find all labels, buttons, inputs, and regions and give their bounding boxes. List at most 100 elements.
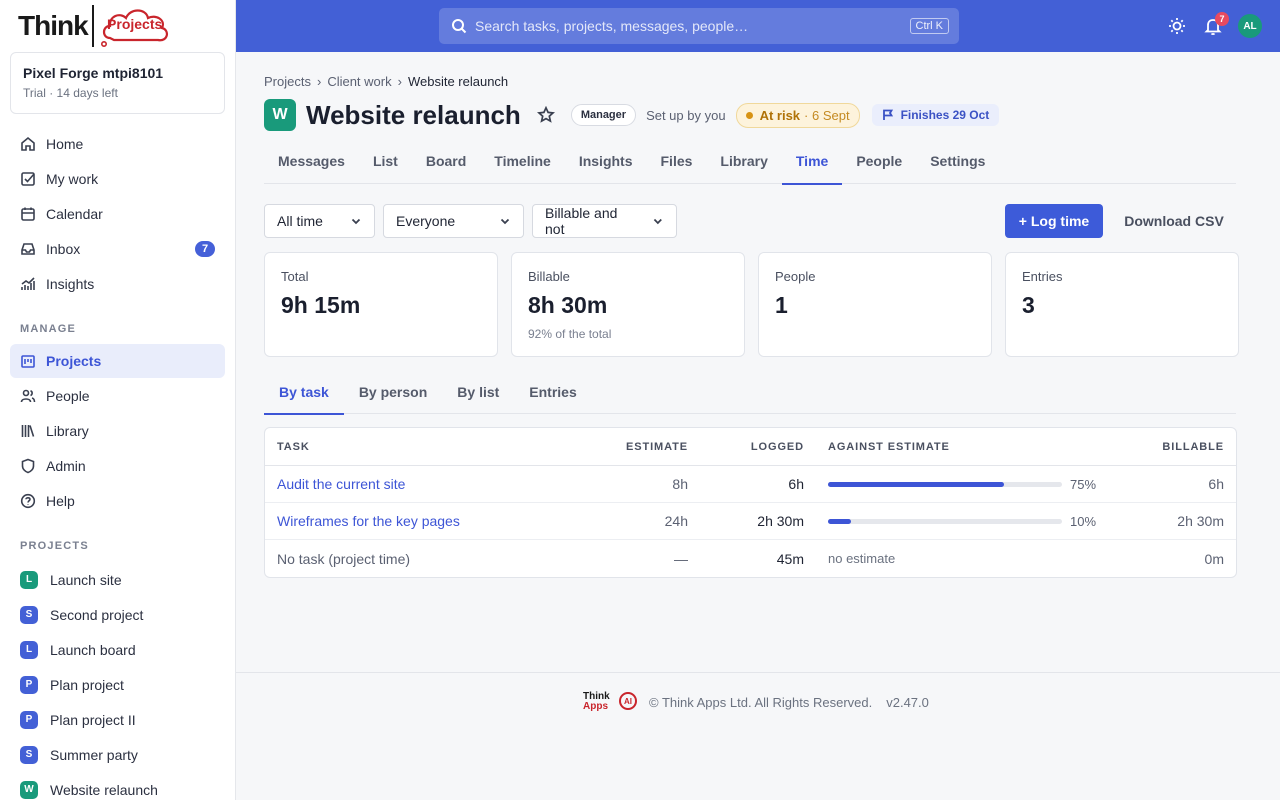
time-view-tabs: By task By person By list Entries	[264, 374, 1236, 415]
nav-item-calendar[interactable]: Calendar	[10, 197, 225, 231]
status-dot-icon	[745, 111, 753, 119]
nav-item-library[interactable]: Library	[10, 414, 225, 448]
calendar-icon	[20, 206, 36, 222]
tab-messages[interactable]: Messages	[264, 144, 359, 184]
sidebar-project-website-relaunch[interactable]: W Website relaunch	[10, 772, 225, 800]
stat-label: People	[775, 269, 816, 284]
tab-timeline[interactable]: Timeline	[480, 144, 565, 184]
chevron-down-icon	[351, 218, 361, 225]
progress-fill	[828, 481, 1004, 487]
inbox-icon	[20, 241, 36, 257]
tab-board[interactable]: Board	[412, 144, 480, 184]
main-nav: Home My work Calendar Inbox 7 Insights	[10, 127, 225, 302]
sidebar-project-launch-site[interactable]: L Launch site	[10, 562, 225, 597]
breadcrumb-projects[interactable]: Projects	[264, 74, 311, 89]
nav-item-home[interactable]: Home	[10, 127, 225, 161]
tab-files[interactable]: Files	[647, 144, 707, 184]
sidebar-project-summer-party[interactable]: S Summer party	[10, 737, 225, 772]
nav-label: Inbox	[46, 241, 81, 257]
chevron-down-icon	[500, 218, 510, 225]
tab-insights[interactable]: Insights	[565, 144, 647, 184]
task-link[interactable]: Audit the current site	[277, 476, 405, 492]
nav-item-inbox[interactable]: Inbox 7	[10, 232, 225, 266]
progress-track	[828, 518, 1062, 524]
status-badge-at-risk[interactable]: At risk · 6 Sept	[735, 102, 860, 128]
nav-item-admin[interactable]: Admin	[10, 449, 225, 483]
select-value: Everyone	[396, 213, 456, 229]
status-label: At risk	[759, 107, 801, 123]
subtab-entries[interactable]: Entries	[514, 374, 591, 414]
sidebar-project-plan-project-ii[interactable]: P Plan project II	[10, 702, 225, 737]
cell-logged: 2h 30m	[757, 513, 804, 529]
stat-subtext: 92% of the total	[528, 327, 612, 341]
logo-product-text: Projects	[107, 16, 163, 32]
project-label: Launch site	[50, 571, 122, 588]
tab-list[interactable]: List	[359, 144, 412, 184]
search-input[interactable]: Search tasks, projects, messages, people…	[475, 18, 748, 34]
finish-date-badge[interactable]: Finishes 29 Oct	[871, 104, 1000, 126]
stat-label: Total	[281, 269, 309, 284]
progress-percent: 75%	[1070, 476, 1097, 492]
nav-item-help[interactable]: Help	[10, 484, 225, 518]
column-header-task[interactable]: TASK	[265, 441, 565, 453]
sidebar-project-second-project[interactable]: S Second project	[10, 597, 225, 632]
global-search[interactable]: Search tasks, projects, messages, people…	[439, 8, 959, 44]
tab-settings[interactable]: Settings	[916, 144, 999, 184]
column-header-against-estimate[interactable]: AGAINST ESTIMATE	[804, 441, 1104, 453]
manage-section-label: MANAGE	[20, 323, 77, 335]
billable-select[interactable]: Billable and not	[532, 204, 677, 238]
project-letter-badge: P	[20, 675, 38, 694]
status-date: · 6 Sept	[804, 107, 850, 123]
workspace-switcher[interactable]: Pixel Forge mtpi8101 Trial · 14 days lef…	[10, 52, 225, 114]
column-header-billable[interactable]: BILLABLE	[1116, 441, 1236, 453]
column-header-estimate[interactable]: ESTIMATE	[565, 441, 688, 453]
cell-logged: 6h	[788, 476, 804, 492]
nav-item-my-work[interactable]: My work	[10, 162, 225, 196]
download-csv-button[interactable]: Download CSV	[1112, 204, 1236, 238]
people-icon	[20, 388, 36, 404]
people-select[interactable]: Everyone	[383, 204, 524, 238]
chart-icon	[20, 276, 36, 292]
log-time-button[interactable]: + Log time	[1005, 204, 1103, 238]
project-letter-badge: L	[20, 640, 38, 659]
breadcrumb-current: Website relaunch	[407, 74, 509, 89]
tab-time[interactable]: Time	[781, 144, 843, 185]
nav-item-people[interactable]: People	[10, 379, 225, 413]
task-link[interactable]: Wireframes for the key pages	[277, 513, 460, 529]
table-header: TASK ESTIMATE LOGGED AGAINST ESTIMATE BI…	[265, 428, 1236, 466]
column-header-logged[interactable]: LOGGED	[688, 441, 804, 453]
breadcrumb-client-work[interactable]: Client work	[327, 74, 391, 89]
project-letter-badge: L	[20, 570, 38, 589]
subtab-by-task[interactable]: By task	[264, 374, 344, 415]
footer-logo-apps: Apps	[583, 701, 608, 712]
nav-item-projects[interactable]: Projects	[10, 344, 225, 378]
user-avatar[interactable]: AL	[1238, 14, 1262, 38]
sidebar-project-plan-project[interactable]: P Plan project	[10, 667, 225, 702]
nav-label: My work	[46, 171, 99, 187]
stat-label: Billable	[528, 269, 570, 284]
date-range-select[interactable]: All time	[264, 204, 375, 238]
progress-percent: 10%	[1070, 513, 1097, 529]
nav-item-insights[interactable]: Insights	[10, 267, 225, 301]
project-label: Website relaunch	[50, 781, 158, 798]
breadcrumb: Projects › Client work › Website relaunc…	[264, 74, 508, 89]
subtab-by-list[interactable]: By list	[442, 374, 514, 414]
no-estimate-label: no estimate	[828, 551, 896, 566]
logo-divider	[91, 5, 94, 47]
stat-label: Entries	[1022, 269, 1063, 284]
notifications-button[interactable]: 7	[1203, 12, 1229, 36]
subtab-by-person[interactable]: By person	[344, 374, 442, 414]
manage-nav: Projects People Library Admin Help	[10, 344, 225, 519]
version-label: v2.47.0	[886, 694, 929, 710]
finish-date-label: Finishes 29 Oct	[900, 108, 990, 122]
favorite-button[interactable]	[536, 106, 555, 124]
page-footer: Think Apps AI © Think Apps Ltd. All Righ…	[236, 672, 1280, 800]
tab-library[interactable]: Library	[706, 144, 781, 184]
footer-logo-ai-icon: AI	[619, 692, 637, 710]
nav-label: Home	[46, 136, 84, 152]
copyright-text: © Think Apps Ltd. All Rights Reserved.	[649, 694, 873, 710]
tab-people[interactable]: People	[842, 144, 916, 184]
app-logo[interactable]: Think Projects	[18, 4, 170, 48]
theme-toggle-button[interactable]	[1167, 16, 1187, 36]
sidebar-project-launch-board[interactable]: L Launch board	[10, 632, 225, 667]
